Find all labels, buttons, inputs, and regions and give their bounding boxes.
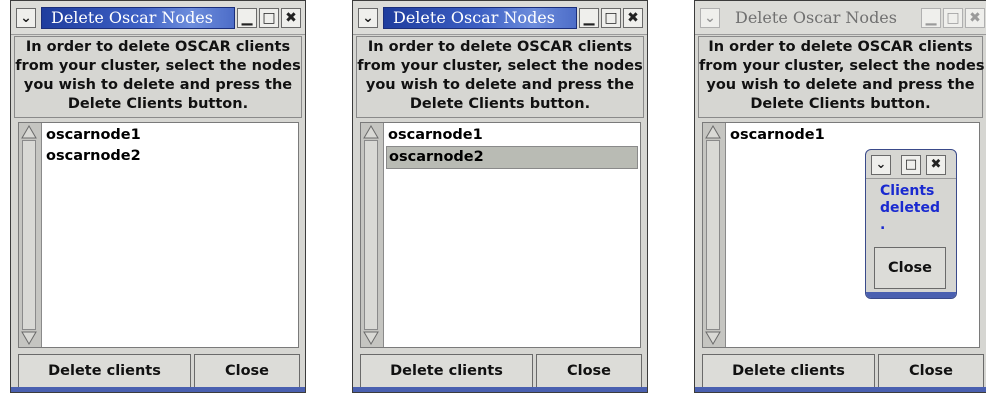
dialog-message-line: deleted: [880, 200, 941, 216]
title-bar: ⌄ Delete Oscar Nodes ▁ □ ✖: [11, 1, 305, 35]
dialog-close-button[interactable]: Close: [874, 247, 946, 289]
chevron-down-icon[interactable]: ⌄: [16, 8, 36, 28]
dialog-message-line: Clients: [880, 183, 935, 199]
window-title: Delete Oscar Nodes: [51, 8, 213, 27]
dialog-message: Clients deleted .: [880, 183, 940, 234]
list-item[interactable]: oscarnode1: [386, 125, 638, 146]
instructions-line: you wish to delete and press the: [365, 77, 635, 93]
maximize-icon[interactable]: □: [601, 8, 621, 28]
instructions-line: you wish to delete and press the: [23, 77, 293, 93]
list-scrollbar[interactable]: [19, 123, 42, 347]
title-bar: ⌄ Delete Oscar Nodes ▁ □ ✖: [695, 1, 986, 35]
scroll-up-arrow-icon[interactable]: [21, 125, 37, 139]
window-title: Delete Oscar Nodes: [393, 8, 555, 27]
node-list[interactable]: oscarnode1 oscarnode2: [18, 122, 299, 348]
chevron-down-icon[interactable]: ⌄: [700, 8, 720, 28]
list-item-selected[interactable]: oscarnode2: [386, 146, 638, 169]
window-edge: [695, 387, 986, 392]
instructions-line: from your cluster, select the nodes: [699, 58, 985, 74]
delete-clients-button[interactable]: Delete clients: [18, 354, 191, 388]
dialog-title-bar: ⌄ □ ✖: [866, 150, 956, 179]
instructions-line: from your cluster, select the nodes: [357, 58, 643, 74]
window-edge: [11, 387, 305, 392]
close-button[interactable]: Close: [194, 354, 300, 388]
list-scrollbar[interactable]: [361, 123, 384, 347]
scroll-thumb[interactable]: [22, 140, 36, 330]
title-bar: ⌄ Delete Oscar Nodes ▁ □ ✖: [353, 1, 647, 35]
instructions-text: In order to delete OSCAR clients from yo…: [356, 36, 644, 118]
instructions-line: In order to delete OSCAR clients: [25, 39, 291, 55]
maximize-icon[interactable]: □: [943, 8, 963, 28]
chevron-down-icon[interactable]: ⌄: [358, 8, 378, 28]
scroll-thumb[interactable]: [364, 140, 378, 330]
instructions-text: In order to delete OSCAR clients from yo…: [698, 36, 985, 118]
dialog-edge: [866, 292, 956, 298]
delete-oscar-nodes-window-2: ⌄ Delete Oscar Nodes ▁ □ ✖ In order to d…: [352, 0, 648, 393]
window-title: Delete Oscar Nodes: [735, 8, 897, 27]
maximize-icon[interactable]: □: [901, 155, 921, 175]
scroll-up-arrow-icon[interactable]: [363, 125, 379, 139]
close-button[interactable]: Close: [536, 354, 642, 388]
instructions-line: In order to delete OSCAR clients: [367, 39, 633, 55]
dialog-message-line: .: [880, 217, 886, 233]
close-button[interactable]: Close: [878, 354, 984, 388]
minimize-icon[interactable]: ▁: [921, 8, 941, 28]
instructions-line: from your cluster, select the nodes: [15, 58, 301, 74]
scroll-up-arrow-icon[interactable]: [705, 125, 721, 139]
close-icon[interactable]: ✖: [926, 155, 946, 175]
list-scrollbar[interactable]: [703, 123, 726, 347]
scroll-thumb[interactable]: [706, 140, 720, 330]
instructions-line: In order to delete OSCAR clients: [708, 39, 973, 55]
chevron-down-icon[interactable]: ⌄: [871, 155, 891, 175]
close-icon[interactable]: ✖: [965, 8, 985, 28]
delete-clients-button[interactable]: Delete clients: [702, 354, 875, 388]
instructions-line: Delete Clients button.: [750, 96, 931, 112]
minimize-icon[interactable]: ▁: [579, 8, 599, 28]
list-item[interactable]: oscarnode2: [44, 146, 296, 167]
instructions-line: Delete Clients button.: [409, 96, 591, 112]
maximize-icon[interactable]: □: [259, 8, 279, 28]
button-bar: Delete clients Close: [695, 350, 986, 392]
list-item[interactable]: oscarnode1: [44, 125, 296, 146]
clients-deleted-dialog: ⌄ □ ✖ Clients deleted . Close: [865, 149, 957, 299]
button-bar: Delete clients Close: [353, 350, 647, 392]
scroll-down-arrow-icon[interactable]: [363, 331, 379, 345]
instructions-line: Delete Clients button.: [67, 96, 249, 112]
instructions-line: you wish to delete and press the: [706, 77, 975, 93]
delete-oscar-nodes-window-3: ⌄ Delete Oscar Nodes ▁ □ ✖ In order to d…: [694, 0, 986, 393]
minimize-icon[interactable]: ▁: [237, 8, 257, 28]
list-item[interactable]: oscarnode1: [728, 125, 977, 146]
close-icon[interactable]: ✖: [281, 8, 301, 28]
delete-oscar-nodes-window-1: ⌄ Delete Oscar Nodes ▁ □ ✖ In order to d…: [10, 0, 306, 393]
scroll-down-arrow-icon[interactable]: [705, 331, 721, 345]
instructions-text: In order to delete OSCAR clients from yo…: [14, 36, 302, 118]
window-edge: [353, 387, 647, 392]
button-bar: Delete clients Close: [11, 350, 305, 392]
close-icon[interactable]: ✖: [623, 8, 643, 28]
delete-clients-button[interactable]: Delete clients: [360, 354, 533, 388]
scroll-down-arrow-icon[interactable]: [21, 331, 37, 345]
node-list[interactable]: oscarnode1 oscarnode2: [360, 122, 641, 348]
